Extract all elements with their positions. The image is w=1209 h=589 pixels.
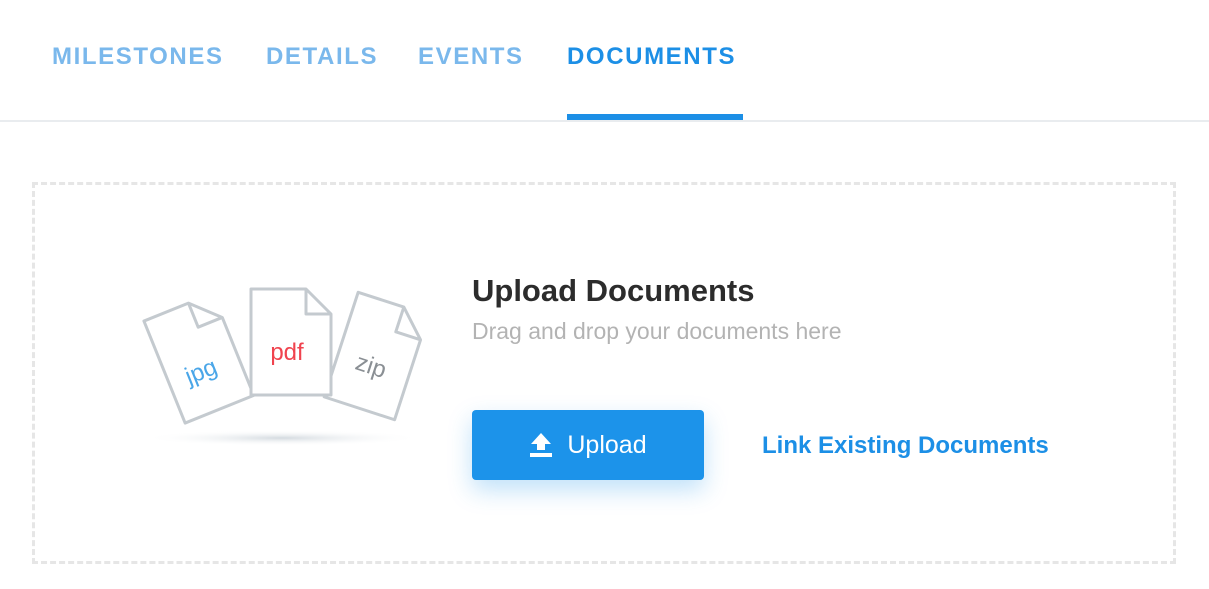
zip-file-icon: zip <box>322 290 423 422</box>
upload-arrow-icon <box>529 432 553 458</box>
tab-events[interactable]: EVENTS <box>418 42 524 72</box>
pdf-label: pdf <box>270 339 304 366</box>
jpg-file-icon: jpg <box>142 301 256 425</box>
upload-heading: Upload Documents <box>472 273 755 308</box>
active-tab-indicator <box>567 114 743 120</box>
tab-bar: MILESTONES DETAILS EVENTS DOCUMENTS <box>0 0 1209 122</box>
link-existing-documents-link[interactable]: Link Existing Documents <box>762 431 1049 461</box>
illustration-shadow <box>142 430 422 446</box>
tab-details[interactable]: DETAILS <box>266 42 378 72</box>
tab-documents[interactable]: DOCUMENTS <box>567 42 736 72</box>
tab-milestones[interactable]: MILESTONES <box>52 42 224 72</box>
upload-instructions: Drag and drop your documents here <box>472 318 842 344</box>
upload-button[interactable]: Upload <box>472 410 704 480</box>
upload-button-label: Upload <box>567 431 647 459</box>
pdf-file-icon: pdf <box>249 287 333 397</box>
document-files-icon: jpg zip pdf <box>132 278 432 458</box>
